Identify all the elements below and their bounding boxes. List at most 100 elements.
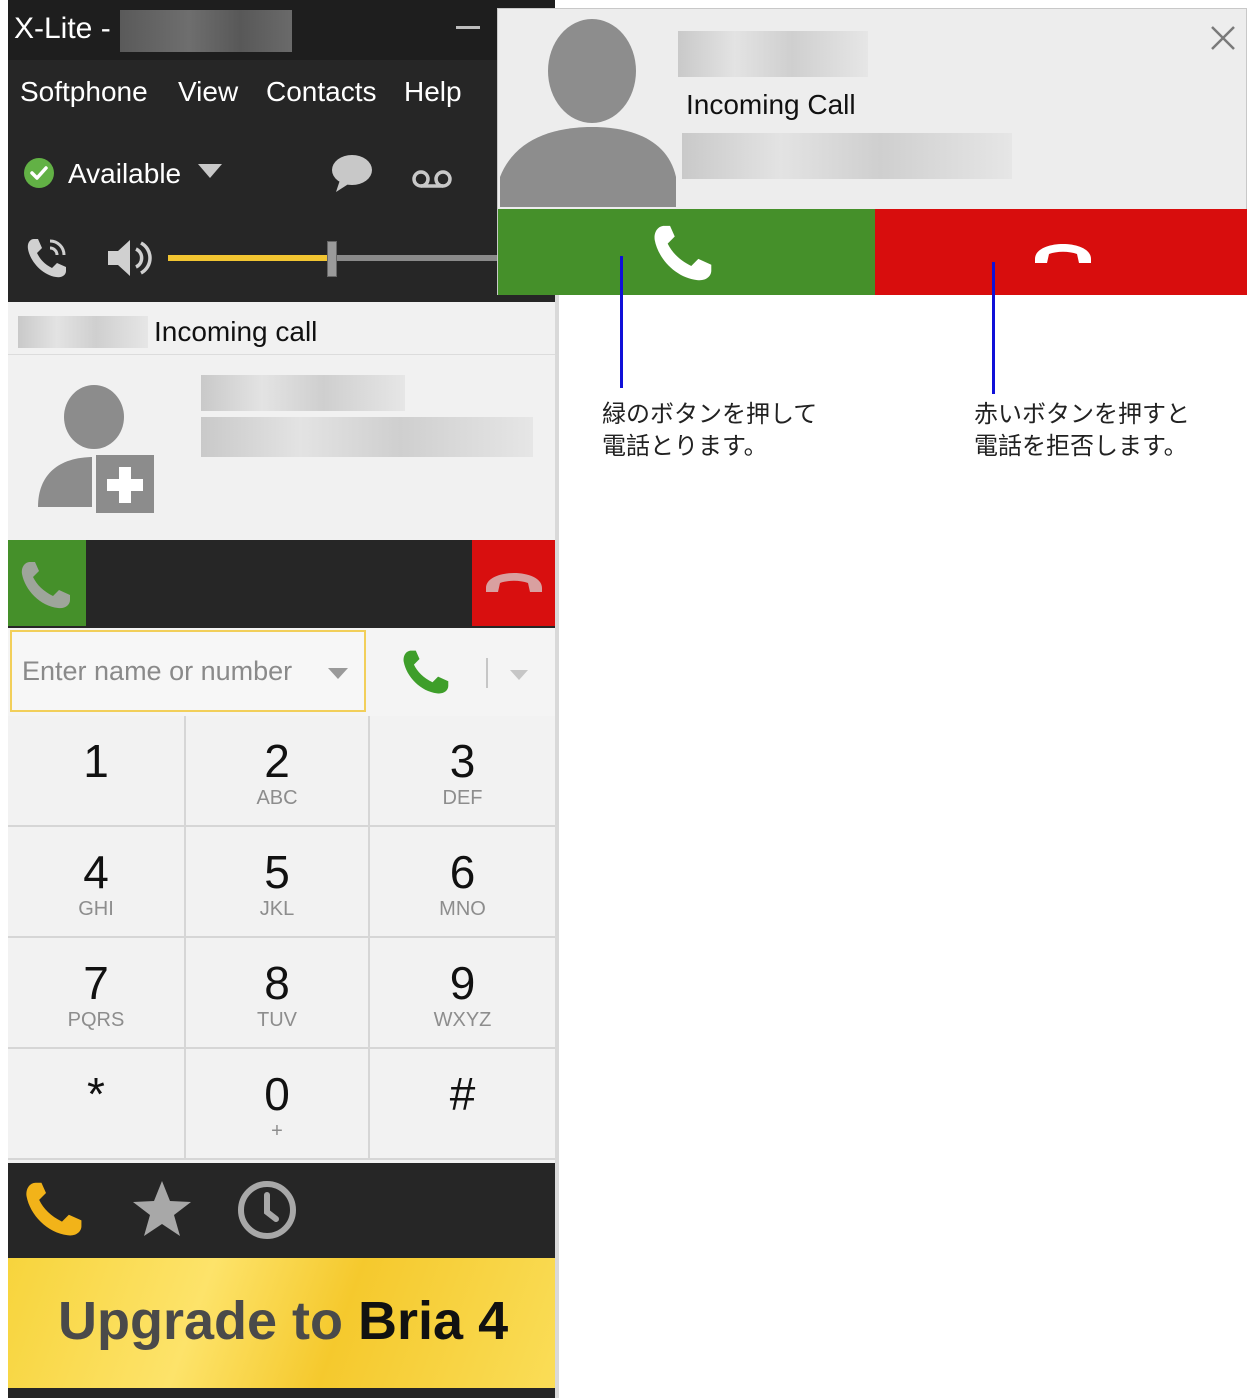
dialpad-tab-phone-icon[interactable] — [22, 1177, 86, 1241]
dialpad-key-digit: 0 — [264, 1068, 290, 1120]
decline-annotation: 赤いボタンを押すと 電話を拒否します。 — [974, 398, 1190, 462]
dialpad-key[interactable]: 0 + — [186, 1049, 370, 1160]
voicemail-icon[interactable] — [412, 168, 452, 190]
history-clock-icon[interactable] — [236, 1179, 298, 1241]
audio-row — [8, 225, 555, 295]
bottom-nav — [8, 1163, 555, 1258]
dialpad-key[interactable]: 6 MNO — [370, 827, 555, 938]
add-contact-avatar-icon[interactable] — [34, 383, 162, 519]
dialpad-key-letters: + — [271, 1120, 283, 1142]
dialpad-key-letters: PQRS — [67, 1009, 125, 1031]
redacted-caller-number — [201, 417, 533, 457]
speaker-volume-icon[interactable] — [104, 235, 154, 281]
chat-bubble-icon[interactable] — [330, 150, 376, 196]
dialpad-key-digit: 5 — [264, 846, 290, 898]
call-options-caret-icon[interactable] — [510, 670, 528, 680]
favorites-star-icon[interactable] — [130, 1177, 194, 1241]
dialpad-key-digit: 6 — [449, 846, 476, 898]
dialpad: 1 2 ABC 3 DEF 4 GHI 5 JKL 6 MNO 7 PQRS 8 TUV 9 WXYZ * 0 + # — [8, 716, 555, 1163]
redacted-caller-name — [201, 375, 405, 411]
caller-avatar-icon — [500, 19, 676, 207]
dialpad-key-digit: 1 — [83, 735, 109, 787]
answer-call-button[interactable] — [8, 540, 86, 626]
dialpad-key[interactable]: 1 — [8, 716, 186, 827]
menu-softphone[interactable]: Softphone — [20, 76, 148, 108]
phone-answer-icon — [654, 225, 712, 281]
presence-status[interactable]: Available — [68, 158, 181, 190]
dialpad-key[interactable]: 5 JKL — [186, 827, 370, 938]
incoming-call-label: Incoming call — [154, 316, 318, 347]
dialpad-key[interactable]: 2 ABC — [186, 716, 370, 827]
answer-annotation-line-1: 緑のボタンを押して — [602, 400, 818, 428]
close-icon[interactable] — [1208, 23, 1238, 53]
dialpad-key[interactable]: * — [8, 1049, 186, 1160]
incoming-call-popup: Incoming Call — [497, 8, 1247, 295]
window-edge — [555, 295, 559, 1398]
menu-help[interactable]: Help — [404, 76, 462, 108]
redacted-account-name — [120, 10, 292, 52]
dialpad-key[interactable]: 7 PQRS — [8, 938, 186, 1049]
incoming-call-actions — [8, 540, 555, 626]
answer-annotation-line-2: 電話とります。 — [602, 432, 768, 460]
popup-decline-button[interactable] — [875, 209, 1247, 295]
dialpad-key-digit: 3 — [449, 735, 476, 787]
dialpad-key-digit: 4 — [83, 846, 109, 898]
dialpad-key[interactable]: 8 TUV — [186, 938, 370, 1049]
popup-title: Incoming Call — [686, 89, 856, 120]
dialpad-key-digit: 8 — [264, 957, 290, 1009]
decline-annotation-line-1: 赤いボタンを押すと — [974, 400, 1190, 428]
dialpad-key[interactable]: 3 DEF — [370, 716, 555, 827]
dialpad-key-letters: DEF — [442, 787, 483, 809]
phone-hangup-icon — [486, 573, 542, 592]
dialpad-key-letters: WXYZ — [433, 1009, 492, 1031]
dialpad-key-digit: 9 — [449, 957, 476, 1009]
upgrade-text: Upgrade to — [58, 1291, 344, 1351]
menu-contacts[interactable]: Contacts — [266, 76, 377, 108]
audio-settings-phone-icon[interactable] — [22, 233, 72, 283]
dialpad-key-digit: * — [87, 1068, 105, 1120]
dial-input[interactable] — [10, 630, 366, 712]
dialpad-key[interactable]: 9 WXYZ — [370, 938, 555, 1049]
call-button-phone-icon[interactable] — [400, 646, 452, 698]
upgrade-banner[interactable]: Upgrade to Bria 4 — [8, 1258, 555, 1388]
phone-hangup-icon — [1035, 244, 1091, 263]
volume-slider-thumb[interactable] — [326, 241, 337, 277]
redacted-popup-caller-name — [678, 31, 868, 77]
decline-annotation-line-2: 電話を拒否します。 — [974, 432, 1188, 460]
phone-answer-icon — [21, 562, 70, 609]
menu-view[interactable]: View — [178, 76, 238, 108]
redacted-popup-caller-number — [682, 133, 1012, 179]
presence-row: Available — [8, 140, 555, 210]
dialpad-key-digit: 7 — [83, 957, 109, 1009]
incoming-call-details — [8, 355, 555, 540]
popup-answer-button[interactable] — [498, 209, 875, 295]
window-title: X-Lite - — [14, 12, 111, 45]
xlite-window: X-Lite - Softphone View Contacts Help Av… — [8, 0, 555, 1398]
answer-annotation: 緑のボタンを押して 電話とります。 — [602, 398, 817, 462]
presence-dropdown-caret-icon[interactable] — [198, 164, 222, 178]
menu-bar: Softphone View Contacts Help — [8, 68, 555, 118]
title-bar: X-Lite - — [8, 0, 555, 60]
dialpad-key-letters: ABC — [256, 787, 298, 809]
dialpad-key-letters: MNO — [439, 898, 486, 920]
dialpad-key-letters: TUV — [257, 1009, 297, 1031]
dial-history-caret-icon[interactable] — [328, 668, 348, 679]
call-button-separator — [486, 658, 488, 688]
decline-annotation-line — [992, 262, 995, 394]
decline-call-button[interactable] — [472, 540, 555, 626]
dialpad-key-letters: GHI — [78, 898, 114, 920]
dialpad-key[interactable]: # — [370, 1049, 555, 1160]
minimize-button[interactable] — [456, 26, 480, 29]
available-check-icon — [24, 158, 54, 188]
dialpad-key-digit: # — [449, 1068, 476, 1120]
dialpad-key-digit: 2 — [264, 735, 290, 787]
upgrade-banner-text: Upgrade to Bria 4 — [58, 1290, 508, 1352]
product-name: Bria 4 — [358, 1291, 509, 1351]
volume-slider-fill — [168, 255, 331, 261]
answer-annotation-line — [620, 256, 623, 388]
incoming-call-header: Incoming call — [8, 302, 555, 355]
dial-row — [8, 628, 555, 717]
redacted-caller-short — [18, 316, 148, 348]
dialpad-key-letters: JKL — [259, 898, 295, 920]
dialpad-key[interactable]: 4 GHI — [8, 827, 186, 938]
